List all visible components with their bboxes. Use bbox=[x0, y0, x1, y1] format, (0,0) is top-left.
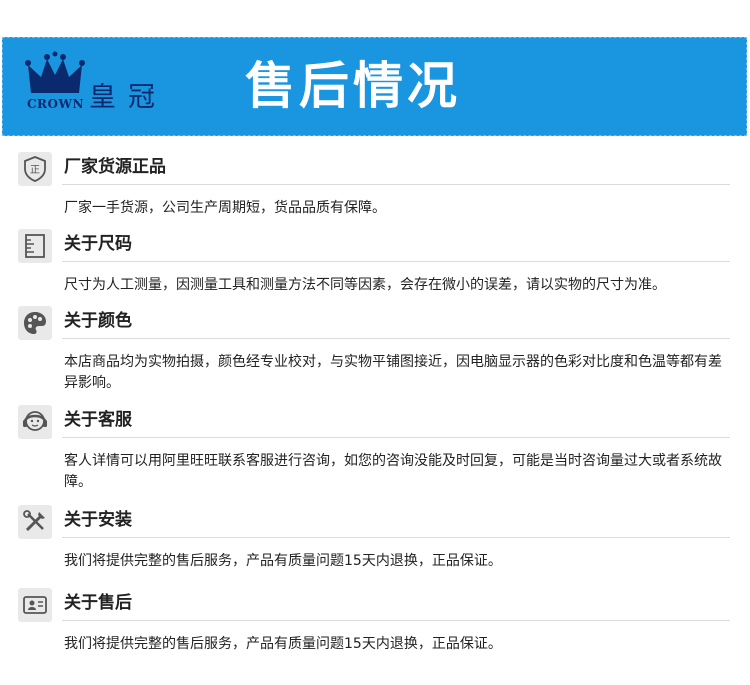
section-service: 关于客服 客人详情可以用阿里旺旺联系客服进行咨询，如您的咨询没能及时回复，可能是… bbox=[18, 405, 730, 490]
brand-name: 皇冠 bbox=[89, 82, 167, 113]
divider bbox=[62, 537, 730, 538]
header-banner: CROWN 皇冠 售后情况 bbox=[2, 37, 747, 136]
divider bbox=[62, 437, 730, 438]
section-title: 厂家货源正品 bbox=[64, 157, 166, 177]
page-title: 售后情况 bbox=[245, 57, 461, 115]
section-text: 本店商品均为实物拍摄，颜色经专业校对，与实物平铺图接近，因电脑显示器的色彩对比度… bbox=[64, 354, 722, 391]
headset-icon bbox=[18, 405, 52, 439]
section-text: 我们将提供完整的售后服务，产品有质量问题15天内退换，正品保证。 bbox=[64, 553, 502, 569]
divider bbox=[62, 184, 730, 185]
seal-icon: 正 bbox=[18, 152, 52, 186]
logo-text: CROWN bbox=[27, 97, 84, 111]
section-text: 厂家一手货源，公司生产周期短，货品品质有保障。 bbox=[64, 200, 386, 216]
ruler-icon bbox=[18, 229, 52, 263]
section-text: 客人详情可以用阿里旺旺联系客服进行咨询，如您的咨询没能及时回复，可能是当时咨询量… bbox=[64, 453, 722, 490]
section-install: 关于安装 我们将提供完整的售后服务，产品有质量问题15天内退换，正品保证。 bbox=[18, 505, 730, 569]
crown-logo: CROWN 皇冠 bbox=[25, 51, 175, 126]
section-text: 我们将提供完整的售后服务，产品有质量问题15天内退换，正品保证。 bbox=[64, 636, 502, 652]
section-genuine: 正 厂家货源正品 厂家一手货源，公司生产周期短，货品品质有保障。 bbox=[18, 152, 730, 216]
tools-icon bbox=[18, 505, 52, 539]
divider bbox=[62, 261, 730, 262]
svg-text:正: 正 bbox=[30, 165, 40, 176]
section-title: 关于颜色 bbox=[64, 311, 132, 331]
section-title: 关于尺码 bbox=[64, 234, 132, 254]
id-card-icon bbox=[18, 588, 52, 622]
section-size: 关于尺码 尺寸为人工测量，因测量工具和测量方法不同等因素，会存在微小的误差，请以… bbox=[18, 229, 730, 293]
section-aftersale: 关于售后 我们将提供完整的售后服务，产品有质量问题15天内退换，正品保证。 bbox=[18, 588, 730, 652]
divider bbox=[62, 620, 730, 621]
section-text: 尺寸为人工测量，因测量工具和测量方法不同等因素，会存在微小的误差，请以实物的尺寸… bbox=[64, 277, 666, 293]
crown-icon bbox=[25, 51, 85, 93]
section-title: 关于售后 bbox=[64, 593, 132, 613]
section-title: 关于安装 bbox=[64, 510, 132, 530]
divider bbox=[62, 338, 730, 339]
palette-icon bbox=[18, 306, 52, 340]
section-color: 关于颜色 本店商品均为实物拍摄，颜色经专业校对，与实物平铺图接近，因电脑显示器的… bbox=[18, 306, 730, 391]
section-title: 关于客服 bbox=[64, 410, 132, 430]
